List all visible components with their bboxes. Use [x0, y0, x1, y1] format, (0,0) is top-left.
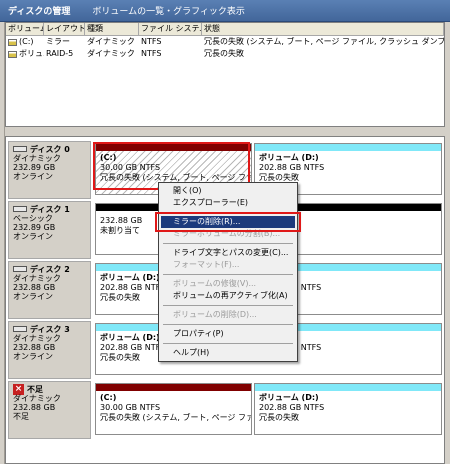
disk-type: ダイナミック: [13, 154, 61, 163]
column-header-filesystem[interactable]: ファイル システム: [139, 23, 202, 35]
disk-label-1[interactable]: ディスク 1 ベーシック 232.89 GB オンライン: [8, 201, 91, 259]
cell-layout: ミラー: [46, 37, 70, 46]
menu-item-properties[interactable]: プロパティ(P): [161, 328, 295, 340]
disk-size: 232.89 GB: [13, 223, 56, 232]
cell-volume-text: (C:): [19, 37, 34, 46]
partition-d-raid5[interactable]: ボリューム (D:) 202.88 GB NTFS 冗長の失敗: [254, 383, 442, 435]
menu-item-reactivate-volume[interactable]: ボリュームの再アクティブ化(A): [161, 290, 295, 302]
window-title: ディスクの管理: [8, 7, 71, 17]
menu-separator: [163, 305, 293, 306]
disk-name: 不足: [27, 384, 43, 394]
disk-size: 232.89 GB: [13, 163, 56, 172]
disk-size: 232.88 GB: [13, 343, 56, 352]
context-menu: 開く(O) エクスプローラー(E) ミラーの削除(R)... ミラーボリュームの…: [158, 182, 298, 362]
missing-disk-icon: ×: [13, 383, 24, 395]
menu-item-help[interactable]: ヘルプ(H): [161, 347, 295, 359]
volume-icon: [8, 50, 17, 58]
disk-name: ディスク 0: [30, 144, 70, 154]
disk-status: 不足: [13, 412, 29, 421]
menu-item-format: フォーマット(F)...: [173, 260, 240, 269]
disk-status: オンライン: [13, 292, 53, 301]
disk-icon: [13, 146, 27, 152]
volume-list-header: ボリューム レイアウト 種類 ファイル システム 状態: [6, 23, 444, 36]
partition-title: ボリューム (D:): [259, 393, 319, 402]
menu-separator: [163, 274, 293, 275]
cell-type: ダイナミック: [87, 37, 135, 46]
menu-separator: [163, 343, 293, 344]
window-subtitle: ボリュームの一覧・グラフィック表示: [92, 7, 245, 17]
menu-item-open[interactable]: 開く(O): [161, 185, 295, 197]
menu-item-delete-volume: ボリュームの削除(D)...: [173, 310, 257, 319]
cell-status: 冗長の失敗: [204, 49, 244, 58]
disk-icon: [13, 326, 27, 332]
disk-status: オンライン: [13, 232, 53, 241]
disk-type: ダイナミック: [13, 334, 61, 343]
title-bar: ディスクの管理 ボリュームの一覧・グラフィック表示: [0, 0, 450, 22]
disk-type: ベーシック: [13, 214, 53, 223]
menu-item-repair-volume: ボリュームの修復(V)...: [173, 279, 257, 288]
menu-item-explore[interactable]: エクスプローラー(E): [161, 197, 295, 209]
partition-title: ボリューム (D:): [259, 153, 319, 162]
disk-type: ダイナミック: [13, 394, 61, 403]
disk-type: ダイナミック: [13, 274, 61, 283]
table-row[interactable]: ボリュ... RAID-5 ダイナミック NTFS 冗長の失敗: [6, 48, 444, 60]
disk-size: 232.88 GB: [13, 283, 56, 292]
disk-label-0[interactable]: ディスク 0 ダイナミック 232.89 GB オンライン: [8, 141, 91, 199]
volume-icon: [8, 38, 17, 46]
menu-separator: [163, 243, 293, 244]
disk-name: ディスク 2: [30, 264, 70, 274]
cell-volume: ボリュ...: [6, 48, 44, 60]
partition-title: (C:): [100, 393, 117, 402]
cell-type: ダイナミック: [87, 49, 135, 58]
column-header-type[interactable]: 種類: [85, 23, 139, 35]
partition-c-mirror[interactable]: (C:) 30.00 GB NTFS 冗長の失敗 (システム, ブート, ページ…: [95, 383, 252, 435]
disk-label-3[interactable]: ディスク 3 ダイナミック 232.88 GB オンライン: [8, 321, 91, 379]
cell-filesystem: NTFS: [141, 37, 162, 46]
partition-size: 202.88 GB NTFS: [259, 403, 325, 412]
partition-status: 冗長の失敗: [259, 413, 299, 422]
cell-volume-text: ボリュ...: [19, 49, 44, 58]
disk-status: オンライン: [13, 352, 53, 361]
disk-status: オンライン: [13, 172, 53, 181]
column-header-status[interactable]: 状態: [202, 23, 444, 35]
cell-filesystem: NTFS: [141, 49, 162, 58]
disk-name: ディスク 1: [30, 204, 70, 214]
disk-icon: [13, 206, 27, 212]
cell-layout: RAID-5: [46, 49, 74, 58]
highlight-box-menu-item: [155, 212, 301, 232]
disk-size: 232.88 GB: [13, 403, 56, 412]
cell-volume: (C:): [6, 36, 44, 48]
disk-label-2[interactable]: ディスク 2 ダイナミック 232.88 GB オンライン: [8, 261, 91, 319]
column-header-layout[interactable]: レイアウト: [44, 23, 85, 35]
menu-item-change-drive-letter[interactable]: ドライブ文字とパスの変更(C)...: [161, 247, 295, 259]
table-row[interactable]: (C:) ミラー ダイナミック NTFS 冗長の失敗 (システム, ブート, ペ…: [6, 36, 444, 48]
column-header-volume[interactable]: ボリューム: [6, 23, 44, 35]
volume-list: ボリューム レイアウト 種類 ファイル システム 状態 (C:) ミラー ダイナ…: [5, 22, 445, 127]
pane-splitter[interactable]: [5, 127, 445, 136]
cell-status: 冗長の失敗 (システム, ブート, ページ ファイル, クラッシュ ダンプ): [204, 37, 444, 46]
menu-separator: [163, 324, 293, 325]
disk-row-missing: × 不足 ダイナミック 232.88 GB 不足 (C:) 30.00 GB NT…: [6, 381, 444, 439]
disk-label-missing[interactable]: × 不足 ダイナミック 232.88 GB 不足: [8, 381, 91, 439]
partition-size: 202.88 GB NTFS: [259, 163, 325, 172]
disk-icon: [13, 266, 27, 272]
disk-name: ディスク 3: [30, 324, 70, 334]
partition-status: 冗長の失敗 (システム, ブート, ページ ファー: [100, 413, 252, 422]
partition-size: 30.00 GB NTFS: [100, 403, 161, 412]
